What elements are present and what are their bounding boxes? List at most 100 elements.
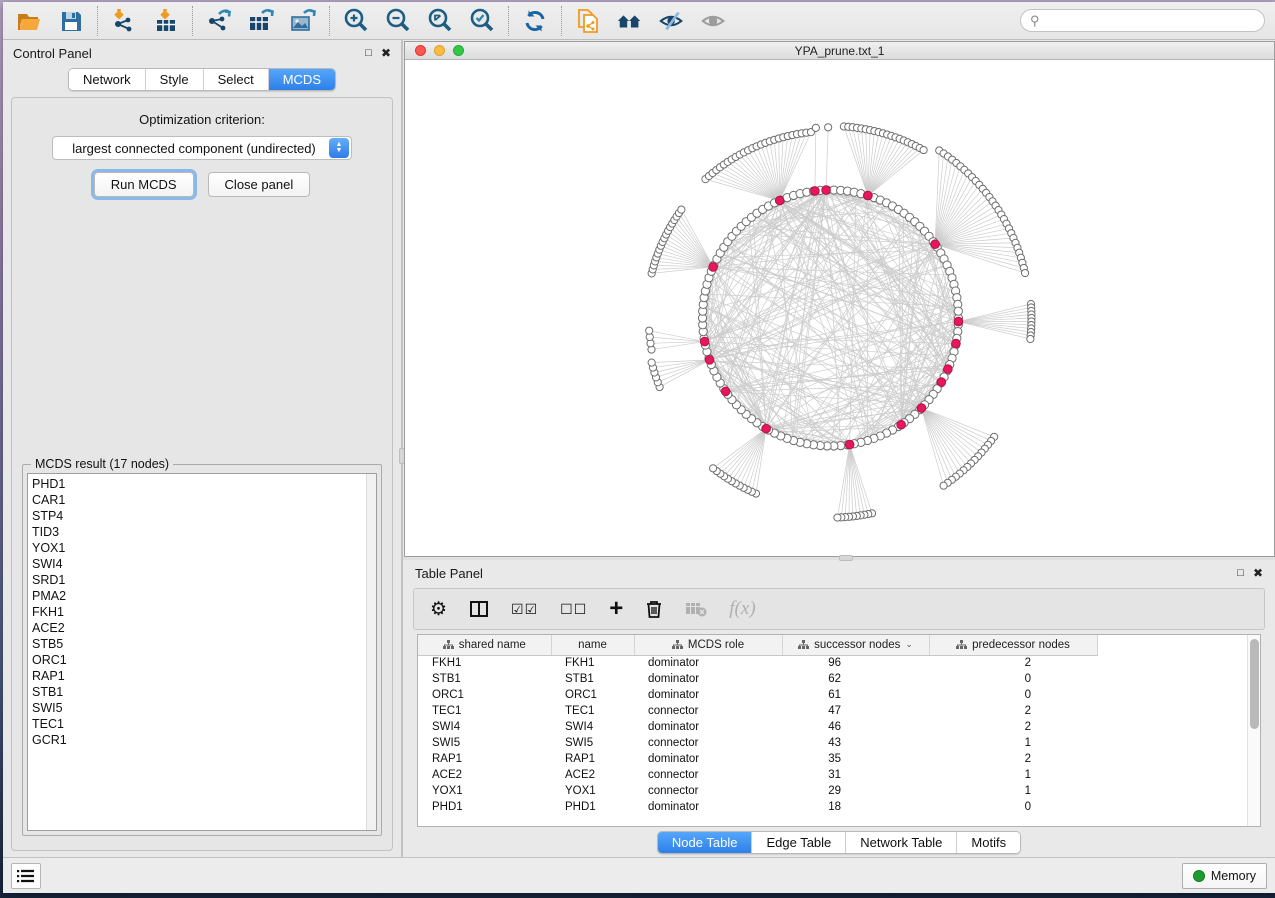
mcds-result-item[interactable]: PHD1	[32, 476, 362, 492]
close-panel-icon[interactable]: ✖	[381, 47, 391, 59]
cell-name[interactable]: STB1	[551, 671, 634, 687]
cell-name[interactable]: TEC1	[551, 703, 634, 719]
tab-node-table[interactable]: Node Table	[658, 832, 753, 853]
tab-mcds[interactable]: MCDS	[269, 69, 335, 90]
search-input[interactable]: ⚲	[1020, 9, 1265, 32]
table-row[interactable]: TEC1TEC1connector472	[418, 703, 1097, 719]
cell-shared-name[interactable]: ORC1	[418, 687, 551, 703]
mcds-result-item[interactable]: SWI5	[32, 700, 362, 716]
cell-successor-nodes[interactable]: 62	[782, 671, 929, 687]
mcds-result-item[interactable]: FKH1	[32, 604, 362, 620]
show-all-icon[interactable]	[700, 7, 728, 35]
cell-shared-name[interactable]: RAP1	[418, 751, 551, 767]
table-row[interactable]: SWI4SWI4dominator462	[418, 719, 1097, 735]
cell-predecessor-nodes[interactable]: 1	[929, 767, 1097, 783]
mcds-result-item[interactable]: TID3	[32, 524, 362, 540]
mcds-result-item[interactable]: ORC1	[32, 652, 362, 668]
col-mcds-role[interactable]: MCDS role	[634, 635, 782, 655]
add-icon[interactable]: +	[609, 597, 623, 621]
cell-mcds-role[interactable]: connector	[634, 703, 782, 719]
zoom-in-icon[interactable]	[342, 7, 370, 35]
open-file-icon[interactable]	[15, 7, 43, 35]
cell-predecessor-nodes[interactable]: 1	[929, 735, 1097, 751]
splitter-grip[interactable]	[839, 555, 853, 561]
task-history-button[interactable]	[11, 863, 41, 889]
cell-mcds-role[interactable]: dominator	[634, 799, 782, 815]
tab-network[interactable]: Network	[69, 69, 146, 90]
mcds-result-item[interactable]: CAR1	[32, 492, 362, 508]
mcds-result-item[interactable]: ACE2	[32, 620, 362, 636]
hide-selected-icon[interactable]	[658, 7, 686, 35]
cell-predecessor-nodes[interactable]: 0	[929, 671, 1097, 687]
table-row[interactable]: YOX1YOX1connector291	[418, 783, 1097, 799]
copy-network-icon[interactable]	[574, 7, 602, 35]
network-titlebar[interactable]: YPA_prune.txt_1	[405, 42, 1274, 60]
col-successor-nodes[interactable]: successor nodes ⌄	[782, 635, 929, 655]
mcds-result-item[interactable]: TEC1	[32, 716, 362, 732]
criterion-select[interactable]: largest connected component (undirected)…	[52, 136, 352, 160]
table-row[interactable]: FKH1FKH1dominator962	[418, 655, 1097, 671]
cell-name[interactable]: FKH1	[551, 655, 634, 671]
save-icon[interactable]	[57, 7, 85, 35]
tab-network-table[interactable]: Network Table	[846, 832, 957, 853]
cell-successor-nodes[interactable]: 31	[782, 767, 929, 783]
col-predecessor-nodes[interactable]: predecessor nodes	[929, 635, 1097, 655]
cell-name[interactable]: SWI5	[551, 735, 634, 751]
gear-icon[interactable]: ⚙	[430, 597, 447, 621]
cell-successor-nodes[interactable]: 61	[782, 687, 929, 703]
cell-name[interactable]: PHD1	[551, 799, 634, 815]
cell-shared-name[interactable]: SWI5	[418, 735, 551, 751]
table-row[interactable]: RAP1RAP1dominator352	[418, 751, 1097, 767]
cell-shared-name[interactable]: SWI4	[418, 719, 551, 735]
columns-icon[interactable]	[469, 597, 489, 621]
cell-mcds-role[interactable]: connector	[634, 767, 782, 783]
table-scrollbar[interactable]	[1247, 635, 1260, 826]
table-row[interactable]: STB1STB1dominator620	[418, 671, 1097, 687]
float-panel-icon[interactable]: □	[365, 48, 372, 59]
table-row[interactable]: SWI5SWI5connector431	[418, 735, 1097, 751]
cell-mcds-role[interactable]: dominator	[634, 687, 782, 703]
run-mcds-button[interactable]: Run MCDS	[94, 172, 194, 197]
mcds-result-item[interactable]: SRD1	[32, 572, 362, 588]
cell-name[interactable]: ACE2	[551, 767, 634, 783]
network-graph[interactable]	[405, 60, 1274, 556]
zoom-out-icon[interactable]	[384, 7, 412, 35]
mcds-result-list[interactable]: PHD1CAR1STP4TID3YOX1SWI4SRD1PMA2FKH1ACE2…	[27, 473, 377, 831]
memory-button[interactable]: Memory	[1182, 863, 1267, 889]
mcds-result-item[interactable]: YOX1	[32, 540, 362, 556]
cell-shared-name[interactable]: FKH1	[418, 655, 551, 671]
mcds-result-item[interactable]: STP4	[32, 508, 362, 524]
cell-predecessor-nodes[interactable]: 2	[929, 719, 1097, 735]
cell-name[interactable]: RAP1	[551, 751, 634, 767]
close-table-panel-icon[interactable]: ✖	[1253, 567, 1263, 579]
mcds-result-item[interactable]: RAP1	[32, 668, 362, 684]
cell-mcds-role[interactable]: dominator	[634, 719, 782, 735]
table-row[interactable]: ACE2ACE2connector311	[418, 767, 1097, 783]
cell-mcds-role[interactable]: dominator	[634, 751, 782, 767]
cell-successor-nodes[interactable]: 35	[782, 751, 929, 767]
cell-successor-nodes[interactable]: 18	[782, 799, 929, 815]
cell-name[interactable]: SWI4	[551, 719, 634, 735]
cell-shared-name[interactable]: STB1	[418, 671, 551, 687]
select-all-icon[interactable]: ☑☑	[511, 597, 538, 621]
import-network-icon[interactable]	[110, 7, 138, 35]
import-table-icon[interactable]	[152, 7, 180, 35]
tab-style[interactable]: Style	[146, 69, 204, 90]
cell-predecessor-nodes[interactable]: 2	[929, 655, 1097, 671]
cell-shared-name[interactable]: YOX1	[418, 783, 551, 799]
cell-shared-name[interactable]: ACE2	[418, 767, 551, 783]
cell-predecessor-nodes[interactable]: 2	[929, 703, 1097, 719]
tab-select[interactable]: Select	[204, 69, 269, 90]
cell-successor-nodes[interactable]: 47	[782, 703, 929, 719]
horizontal-splitter[interactable]	[403, 557, 1275, 560]
cell-mcds-role[interactable]: dominator	[634, 655, 782, 671]
mcds-result-item[interactable]: STB5	[32, 636, 362, 652]
cell-predecessor-nodes[interactable]: 0	[929, 687, 1097, 703]
table-row[interactable]: ORC1ORC1dominator610	[418, 687, 1097, 703]
zoom-fit-icon[interactable]	[426, 7, 454, 35]
cell-successor-nodes[interactable]: 96	[782, 655, 929, 671]
network-canvas[interactable]	[405, 60, 1274, 556]
export-network-icon[interactable]	[205, 7, 233, 35]
cell-shared-name[interactable]: PHD1	[418, 799, 551, 815]
table-scrollbar-thumb[interactable]	[1250, 639, 1259, 729]
